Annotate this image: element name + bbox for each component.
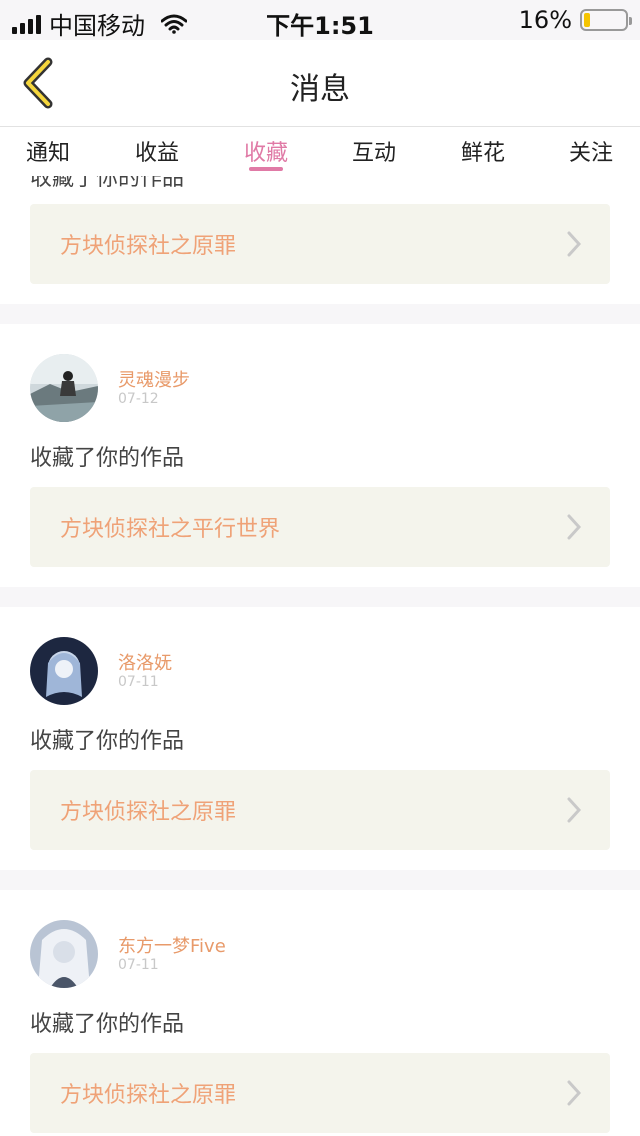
action-text: 收藏了你的作品 [30, 176, 185, 191]
tab-favorites[interactable]: 收藏 [226, 135, 306, 171]
tab-earnings[interactable]: 收益 [117, 135, 197, 167]
timestamp: 07-11 [118, 957, 159, 973]
list-item: 洛洛妩 07-11 收藏了你的作品 方块侦探社之原罪 [0, 607, 640, 870]
battery-icon [580, 9, 632, 31]
avatar[interactable] [30, 920, 98, 988]
user-name[interactable]: 洛洛妩 [118, 649, 172, 675]
chevron-right-icon [567, 514, 582, 540]
work-title: 方块侦探社之原罪 [60, 234, 237, 259]
chevron-right-icon [567, 231, 582, 257]
tab-label: 收益 [134, 141, 179, 166]
message-list[interactable]: 收藏了你的作品 方块侦探社之原罪 灵魂漫步 07-12 收藏了你的作品 方块侦探… [0, 176, 640, 1136]
chevron-right-icon [567, 797, 582, 823]
status-bar: 中国移动 下午1:51 16% [0, 0, 640, 40]
tab-notice[interactable]: 通知 [8, 135, 88, 167]
work-link[interactable]: 方块侦探社之原罪 [30, 770, 610, 850]
tab-bar: 通知 收益 收藏 互动 鲜花 关注 [0, 126, 640, 176]
work-link[interactable]: 方块侦探社之原罪 [30, 204, 610, 284]
tab-label: 互动 [351, 141, 396, 166]
work-link[interactable]: 方块侦探社之原罪 [30, 1053, 610, 1133]
tab-label: 通知 [25, 141, 70, 166]
battery-fill [584, 13, 590, 27]
action-text: 收藏了你的作品 [30, 729, 185, 754]
screen: 中国移动 下午1:51 16% 消息 通知 收益 收藏 互动 鲜花 关注 收藏了… [0, 0, 640, 1136]
battery-percent: 16% [518, 6, 572, 34]
list-item: 收藏了你的作品 方块侦探社之原罪 [0, 176, 640, 304]
timestamp: 07-11 [118, 674, 159, 690]
user-name[interactable]: 东方一梦Five [118, 932, 226, 958]
work-link[interactable]: 方块侦探社之平行世界 [30, 487, 610, 567]
tab-flowers[interactable]: 鲜花 [443, 135, 523, 167]
tab-interaction[interactable]: 互动 [334, 135, 414, 167]
list-item: 东方一梦Five 07-11 收藏了你的作品 方块侦探社之原罪 [0, 890, 640, 1136]
active-tab-indicator [249, 167, 283, 171]
action-text: 收藏了你的作品 [30, 446, 185, 471]
work-title: 方块侦探社之原罪 [60, 800, 237, 825]
user-name[interactable]: 灵魂漫步 [118, 366, 190, 392]
tab-label: 关注 [568, 141, 613, 166]
timestamp: 07-12 [118, 391, 159, 407]
work-title: 方块侦探社之平行世界 [60, 517, 281, 542]
chevron-right-icon [567, 1080, 582, 1106]
status-right: 16% [518, 6, 632, 34]
page-title: 消息 [290, 72, 350, 107]
tab-label: 鲜花 [460, 141, 505, 166]
list-item: 灵魂漫步 07-12 收藏了你的作品 方块侦探社之平行世界 [0, 324, 640, 587]
tab-follow[interactable]: 关注 [551, 135, 631, 167]
avatar[interactable] [30, 637, 98, 705]
action-text: 收藏了你的作品 [30, 1012, 185, 1037]
avatar[interactable] [30, 354, 98, 422]
work-title: 方块侦探社之原罪 [60, 1083, 237, 1108]
nav-bar: 消息 [0, 40, 640, 126]
tab-label: 收藏 [243, 141, 288, 166]
